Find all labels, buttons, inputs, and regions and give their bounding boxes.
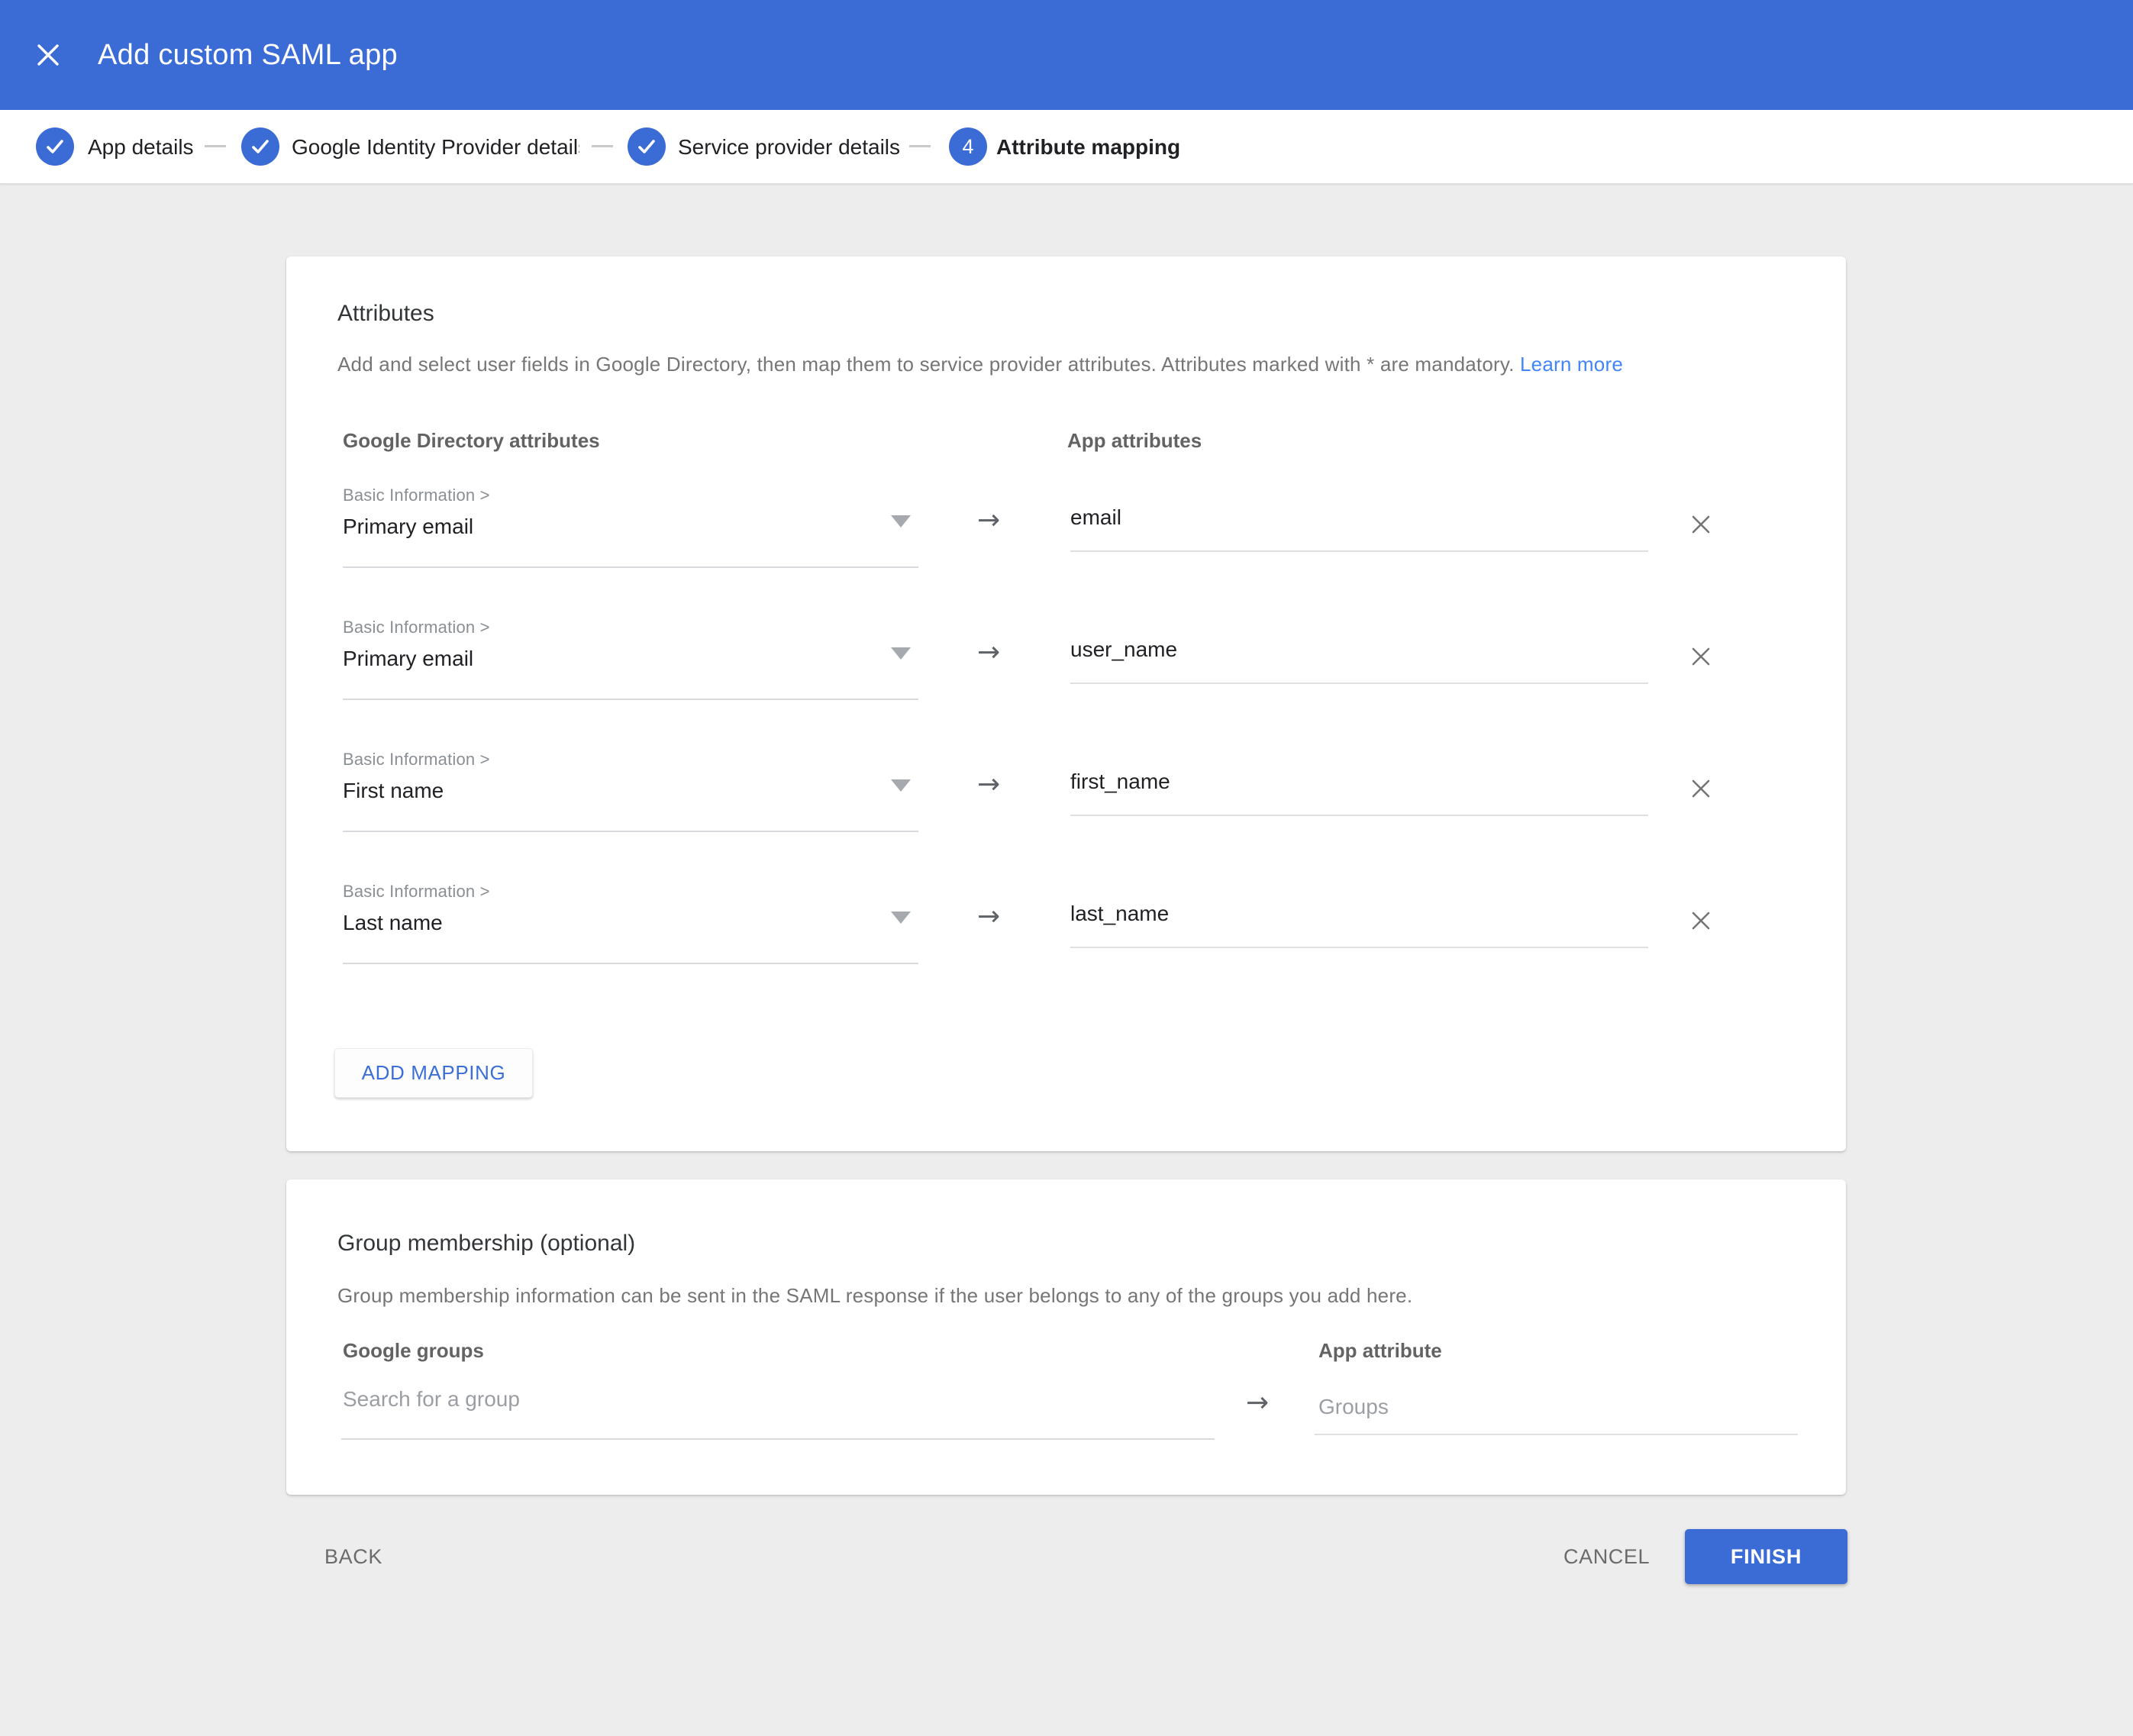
dropdown-arrow-icon[interactable] xyxy=(891,779,911,792)
stepper: App details Google Identity Provider det… xyxy=(0,110,2133,184)
check-icon xyxy=(250,136,271,157)
add-mapping-button[interactable]: ADD MAPPING xyxy=(334,1048,533,1098)
delete-mapping-icon[interactable] xyxy=(1689,909,1712,932)
input-underline xyxy=(1315,1434,1798,1435)
attributes-card: Attributes Add and select user fields in… xyxy=(286,257,1846,1151)
app-attribute-input[interactable] xyxy=(1070,770,1635,794)
attributes-card-title: Attributes xyxy=(337,301,434,327)
select-underline xyxy=(343,566,918,568)
input-underline xyxy=(341,1438,1215,1440)
directory-attribute-category: Basic Information > xyxy=(343,618,490,637)
cancel-button[interactable]: CANCEL xyxy=(1563,1545,1650,1569)
directory-attributes-column-header: Google Directory attributes xyxy=(343,429,600,453)
app-attribute-input[interactable] xyxy=(1070,637,1635,662)
input-underline xyxy=(1070,550,1648,552)
app-attribute-input[interactable] xyxy=(1070,902,1635,926)
directory-attribute-select[interactable]: First name xyxy=(343,779,444,803)
step-4-label[interactable]: Attribute mapping xyxy=(996,110,1180,184)
app-bar: Add custom SAML app xyxy=(0,0,2133,110)
directory-attribute-select[interactable]: Last name xyxy=(343,911,443,935)
directory-attribute-select[interactable]: Primary email xyxy=(343,647,473,671)
group-membership-card: Group membership (optional) Group member… xyxy=(286,1179,1846,1495)
dialog-title: Add custom SAML app xyxy=(98,0,398,110)
maps-to-arrow-icon: → xyxy=(977,770,1000,800)
step-2-circle[interactable] xyxy=(241,127,279,166)
attributes-card-description: Add and select user fields in Google Dir… xyxy=(337,353,1623,376)
finish-button[interactable]: FINISH xyxy=(1685,1529,1847,1584)
mapping-row: Basic Information > First name → xyxy=(286,750,1846,857)
select-underline xyxy=(343,831,918,832)
directory-attribute-select[interactable]: Primary email xyxy=(343,515,473,539)
app-attributes-column-header: App attributes xyxy=(1067,429,1202,453)
delete-mapping-icon[interactable] xyxy=(1689,513,1712,536)
group-app-attribute-input[interactable] xyxy=(1318,1395,1776,1419)
input-underline xyxy=(1070,947,1648,948)
check-icon xyxy=(44,136,66,157)
step-1-label[interactable]: App details xyxy=(88,110,194,184)
dropdown-arrow-icon[interactable] xyxy=(891,912,911,924)
step-2-label[interactable]: Google Identity Provider details xyxy=(292,110,579,184)
app-attribute-input[interactable] xyxy=(1070,505,1635,530)
description-text: Add and select user fields in Google Dir… xyxy=(337,353,1515,376)
maps-to-arrow-icon: → xyxy=(977,637,1000,668)
step-3-circle[interactable] xyxy=(628,127,666,166)
select-underline xyxy=(343,963,918,964)
learn-more-link[interactable]: Learn more xyxy=(1520,353,1623,376)
mapping-row: Basic Information > Primary email → xyxy=(286,486,1846,592)
maps-to-arrow-icon: → xyxy=(977,902,1000,932)
input-underline xyxy=(1070,815,1648,816)
directory-attribute-category: Basic Information > xyxy=(343,486,490,505)
close-icon[interactable] xyxy=(37,44,60,66)
delete-mapping-icon[interactable] xyxy=(1689,777,1712,800)
mapping-row: Basic Information > Primary email → xyxy=(286,618,1846,724)
check-icon xyxy=(636,136,657,157)
delete-mapping-icon[interactable] xyxy=(1689,645,1712,668)
input-underline xyxy=(1070,682,1648,684)
step-4-circle[interactable]: 4 xyxy=(949,127,987,166)
mapping-row: Basic Information > Last name → xyxy=(286,882,1846,989)
select-underline xyxy=(343,699,918,700)
group-card-description: Group membership information can be sent… xyxy=(337,1284,1412,1308)
step-4-number: 4 xyxy=(962,135,973,159)
maps-to-arrow-icon: → xyxy=(977,505,1000,536)
step-3-label[interactable]: Service provider details xyxy=(678,110,900,184)
group-search-input[interactable] xyxy=(343,1387,1183,1412)
step-1-circle[interactable] xyxy=(36,127,74,166)
step-connector xyxy=(592,145,613,147)
dropdown-arrow-icon[interactable] xyxy=(891,647,911,660)
group-card-title: Group membership (optional) xyxy=(337,1231,635,1257)
dropdown-arrow-icon[interactable] xyxy=(891,515,911,528)
directory-attribute-category: Basic Information > xyxy=(343,750,490,770)
google-groups-column-header: Google groups xyxy=(343,1339,484,1363)
step-connector xyxy=(205,145,226,147)
back-button[interactable]: BACK xyxy=(324,1545,382,1569)
directory-attribute-category: Basic Information > xyxy=(343,882,490,902)
step-connector xyxy=(909,145,931,147)
app-attribute-column-header: App attribute xyxy=(1318,1339,1442,1363)
maps-to-arrow-icon: → xyxy=(1246,1388,1269,1418)
